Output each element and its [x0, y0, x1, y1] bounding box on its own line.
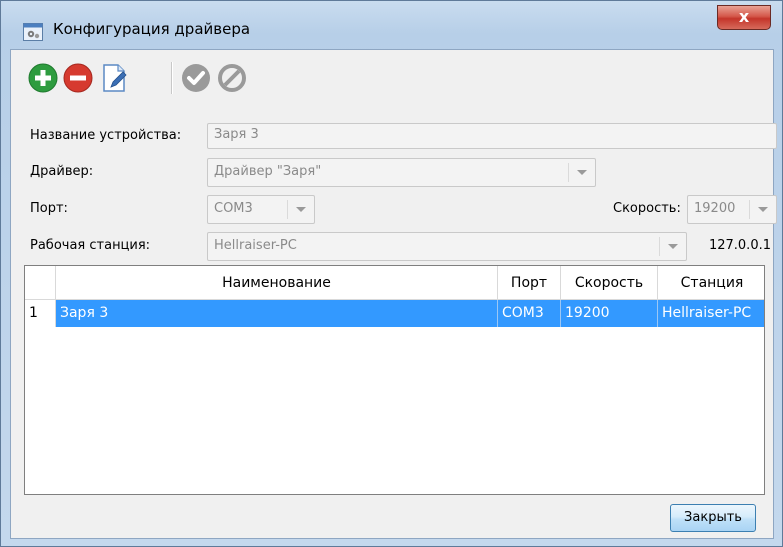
table-row[interactable]: 1 Заря 3 COM3 19200 Hellraiser-PC	[25, 300, 764, 327]
combo-divider	[287, 200, 288, 219]
dialog-client-area: Название устройства: Заря 3 Драйвер: Дра…	[10, 49, 777, 539]
port-combo[interactable]: COM3	[207, 195, 315, 224]
combo-divider	[659, 237, 660, 256]
cell-port[interactable]: COM3	[498, 300, 561, 327]
cell-station[interactable]: Hellraiser-PC	[658, 300, 764, 327]
combo-divider	[749, 200, 750, 219]
station-combo-value: Hellraiser-PC	[214, 238, 297, 253]
cancel-icon[interactable]	[217, 63, 247, 93]
driver-combo-value: Драйвер "Заря"	[214, 164, 322, 179]
driver-config-icon	[23, 23, 43, 41]
chevron-down-icon	[758, 207, 768, 212]
port-label: Порт:	[30, 201, 68, 216]
row-number: 1	[25, 300, 56, 327]
column-header-name[interactable]: Наименование	[56, 266, 498, 300]
toolbar-separator	[171, 62, 173, 94]
close-button[interactable]: Закрыть	[670, 504, 756, 532]
accept-icon[interactable]	[181, 63, 211, 93]
station-label: Рабочая станция:	[30, 238, 151, 253]
driver-combo[interactable]: Драйвер "Заря"	[207, 158, 596, 187]
close-icon: x	[738, 7, 750, 26]
window-close-button[interactable]: x	[717, 5, 771, 30]
speed-combo[interactable]: 19200	[687, 195, 777, 224]
chevron-down-icon	[668, 244, 678, 249]
table-corner-header	[25, 266, 56, 300]
chevron-down-icon	[296, 207, 306, 212]
column-header-port[interactable]: Порт	[498, 266, 561, 300]
remove-icon[interactable]	[63, 63, 93, 93]
edit-icon[interactable]	[99, 63, 129, 93]
device-name-field[interactable]: Заря 3	[207, 123, 777, 149]
devices-table[interactable]: Наименование Порт Скорость Станция 1 Зар…	[24, 265, 765, 495]
column-header-speed[interactable]: Скорость	[561, 266, 658, 300]
port-combo-value: COM3	[214, 201, 253, 216]
driver-label: Драйвер:	[30, 164, 94, 179]
title-bar[interactable]: Конфигурация драйвера x	[1, 1, 782, 49]
column-header-station[interactable]: Станция	[658, 266, 764, 300]
station-ip-address: 127.0.0.1	[708, 238, 771, 253]
cell-speed[interactable]: 19200	[561, 300, 658, 327]
device-name-label: Название устройства:	[30, 128, 182, 143]
add-icon[interactable]	[28, 63, 58, 93]
speed-combo-value: 19200	[694, 201, 736, 216]
combo-divider	[568, 163, 569, 182]
station-combo[interactable]: Hellraiser-PC	[207, 232, 687, 261]
chevron-down-icon	[577, 170, 587, 175]
cell-name[interactable]: Заря 3	[56, 300, 498, 327]
speed-label: Скорость:	[613, 201, 681, 216]
dialog-window: Конфигурация драйвера x Название устройс…	[0, 0, 783, 547]
window-title: Конфигурация драйвера	[53, 20, 251, 38]
